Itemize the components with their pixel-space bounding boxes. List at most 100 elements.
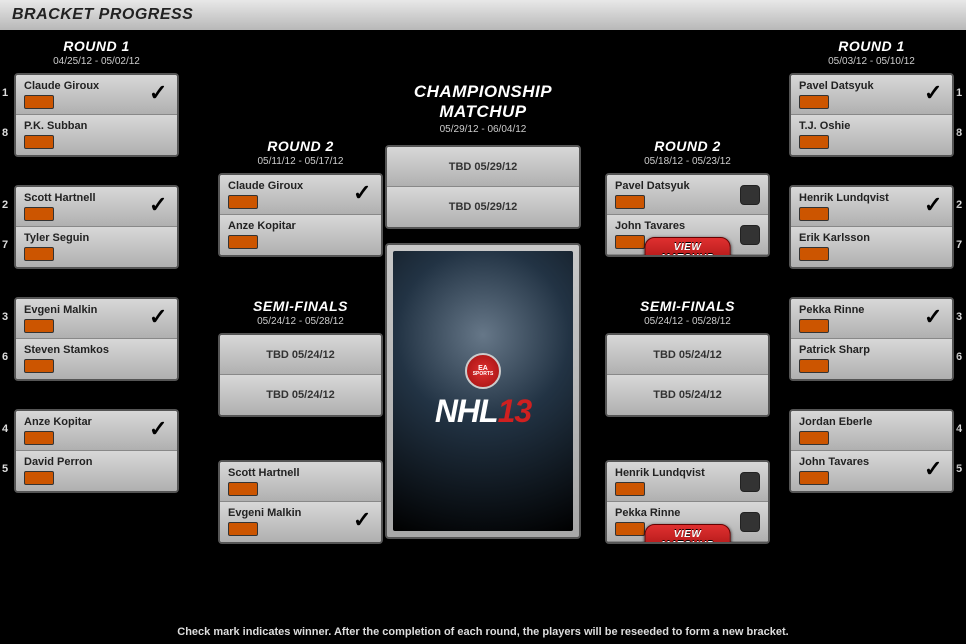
player-slot: Henrik Lundqvist	[791, 187, 952, 227]
col-round1-right: ROUND 1 05/03/12 - 05/10/12 1 8 Pavel Da…	[789, 38, 954, 507]
vote-box-icon[interactable]	[740, 225, 760, 245]
checkmark-icon	[147, 196, 169, 218]
team-logo	[24, 431, 54, 445]
player-slot: Evgeni Malkin	[16, 299, 177, 339]
team-logo	[24, 135, 54, 149]
player-slot: John Tavares	[791, 451, 952, 491]
player-slot: David Perron	[16, 451, 177, 491]
semifinal-right-header: SEMI-FINALS 05/24/12 - 05/28/12	[605, 298, 770, 327]
vote-box-icon[interactable]	[740, 472, 760, 492]
team-logo	[799, 247, 829, 261]
player-slot: Anze Kopitar	[16, 411, 177, 451]
col-round2-right: ROUND 2 05/18/12 - 05/23/12 Pavel Datsyu…	[605, 138, 770, 279]
team-logo	[799, 207, 829, 221]
checkmark-icon	[351, 184, 373, 206]
col-round1-left: ROUND 1 04/25/12 - 05/02/12 1 8 Claude G…	[14, 38, 179, 507]
team-logo	[799, 319, 829, 333]
match[interactable]: 3 6 Pekka Rinne Patrick Sharp	[789, 297, 954, 381]
player-slot: Pekka Rinne	[791, 299, 952, 339]
team-logo	[799, 471, 829, 485]
championship-match: TBD 05/29/12 TBD 05/29/12	[385, 145, 581, 229]
team-logo	[799, 359, 829, 373]
player-slot: Anze Kopitar	[220, 215, 381, 255]
tbd-slot: TBD 05/29/12	[387, 147, 579, 187]
checkmark-icon	[922, 308, 944, 330]
match-tbd: TBD 05/24/12 TBD 05/24/12	[218, 333, 383, 417]
match-tbd: TBD 05/24/12 TBD 05/24/12	[605, 333, 770, 417]
player-slot: P.K. Subban	[16, 115, 177, 155]
team-logo	[228, 482, 258, 496]
checkmark-icon	[147, 84, 169, 106]
championship-header: CHAMPIONSHIP MATCHUP 05/29/12 - 06/04/12	[385, 82, 581, 135]
team-logo	[615, 195, 645, 209]
match[interactable]: 2 7 Scott Hartnell Tyler Seguin	[14, 185, 179, 269]
footer-note: Check mark indicates winner. After the c…	[0, 626, 966, 638]
checkmark-icon	[922, 84, 944, 106]
team-logo	[24, 95, 54, 109]
tbd-slot: TBD 05/24/12	[607, 335, 768, 375]
round1-right-header: ROUND 1 05/03/12 - 05/10/12	[789, 38, 954, 67]
team-logo	[228, 195, 258, 209]
round2-left-header: ROUND 2 05/11/12 - 05/17/12	[218, 138, 383, 167]
col-semifinal-right: SEMI-FINALS 05/24/12 - 05/28/12 TBD 05/2…	[605, 298, 770, 431]
checkmark-icon	[922, 460, 944, 482]
ea-sports-logo: EASPORTS	[465, 353, 501, 389]
tbd-slot: TBD 05/24/12	[220, 375, 381, 415]
col-round2-left: ROUND 2 05/11/12 - 05/17/12 Claude Girou…	[218, 138, 383, 271]
player-slot: Claude Giroux	[220, 175, 381, 215]
vote-box-icon[interactable]	[740, 512, 760, 532]
view-matchup-button[interactable]: VIEW MATCHUP	[644, 237, 731, 257]
tbd-slot: TBD 05/29/12	[387, 187, 579, 227]
player-slot: Claude Giroux	[16, 75, 177, 115]
team-logo	[615, 522, 645, 536]
match[interactable]: 3 6 Evgeni Malkin Steven Stamkos	[14, 297, 179, 381]
match[interactable]: 1 8 Claude Giroux P.K. Subban	[14, 73, 179, 157]
team-logo	[615, 482, 645, 496]
checkmark-icon	[147, 420, 169, 442]
player-slot: T.J. Oshie	[791, 115, 952, 155]
player-slot: Pavel Datsyuk	[607, 175, 768, 215]
team-logo	[24, 359, 54, 373]
vote-box-icon[interactable]	[740, 185, 760, 205]
tbd-slot: TBD 05/24/12	[220, 335, 381, 375]
match[interactable]: 4 5 Anze Kopitar David Perron	[14, 409, 179, 493]
col-championship: CHAMPIONSHIP MATCHUP 05/29/12 - 06/04/12…	[385, 82, 581, 539]
col-round2-left-b: Scott Hartnell Evgeni Malkin	[218, 460, 383, 558]
team-logo	[228, 522, 258, 536]
semifinal-left-header: SEMI-FINALS 05/24/12 - 05/28/12	[218, 298, 383, 327]
bracket-container: ROUND 1 04/25/12 - 05/02/12 1 8 Claude G…	[0, 30, 966, 644]
page-title: BRACKET PROGRESS	[12, 6, 193, 24]
col-round2-right-b: Henrik Lundqvist Pekka Rinne VIEW MATCHU…	[605, 460, 770, 558]
match[interactable]: 4 5 Jordan Eberle John Tavares	[789, 409, 954, 493]
match[interactable]: 2 7 Henrik Lundqvist Erik Karlsson	[789, 185, 954, 269]
player-slot: Erik Karlsson	[791, 227, 952, 267]
player-slot: Scott Hartnell	[220, 462, 381, 502]
match[interactable]: Pavel Datsyuk John Tavares VIEW MATCHUP	[605, 173, 770, 257]
tbd-slot: TBD 05/24/12	[607, 375, 768, 415]
player-slot: Pavel Datsyuk	[791, 75, 952, 115]
match[interactable]: Henrik Lundqvist Pekka Rinne VIEW MATCHU…	[605, 460, 770, 544]
checkmark-icon	[922, 196, 944, 218]
match[interactable]: 1 8 Pavel Datsyuk T.J. Oshie	[789, 73, 954, 157]
team-logo	[24, 471, 54, 485]
game-cover: EASPORTS NHL13	[385, 243, 581, 539]
round1-left-header: ROUND 1 04/25/12 - 05/02/12	[14, 38, 179, 67]
match[interactable]: Scott Hartnell Evgeni Malkin	[218, 460, 383, 544]
player-slot: Evgeni Malkin	[220, 502, 381, 542]
team-logo	[799, 95, 829, 109]
player-slot: Jordan Eberle	[791, 411, 952, 451]
team-logo	[615, 235, 645, 249]
header: BRACKET PROGRESS	[0, 0, 966, 30]
team-logo	[799, 135, 829, 149]
player-slot: Scott Hartnell	[16, 187, 177, 227]
checkmark-icon	[147, 308, 169, 330]
team-logo	[24, 247, 54, 261]
player-slot: Patrick Sharp	[791, 339, 952, 379]
col-semifinal-left: SEMI-FINALS 05/24/12 - 05/28/12 TBD 05/2…	[218, 298, 383, 431]
view-matchup-button[interactable]: VIEW MATCHUP	[644, 524, 731, 544]
player-slot: Henrik Lundqvist	[607, 462, 768, 502]
checkmark-icon	[351, 511, 373, 533]
match[interactable]: Claude Giroux Anze Kopitar	[218, 173, 383, 257]
round2-right-header: ROUND 2 05/18/12 - 05/23/12	[605, 138, 770, 167]
player-slot: Steven Stamkos	[16, 339, 177, 379]
